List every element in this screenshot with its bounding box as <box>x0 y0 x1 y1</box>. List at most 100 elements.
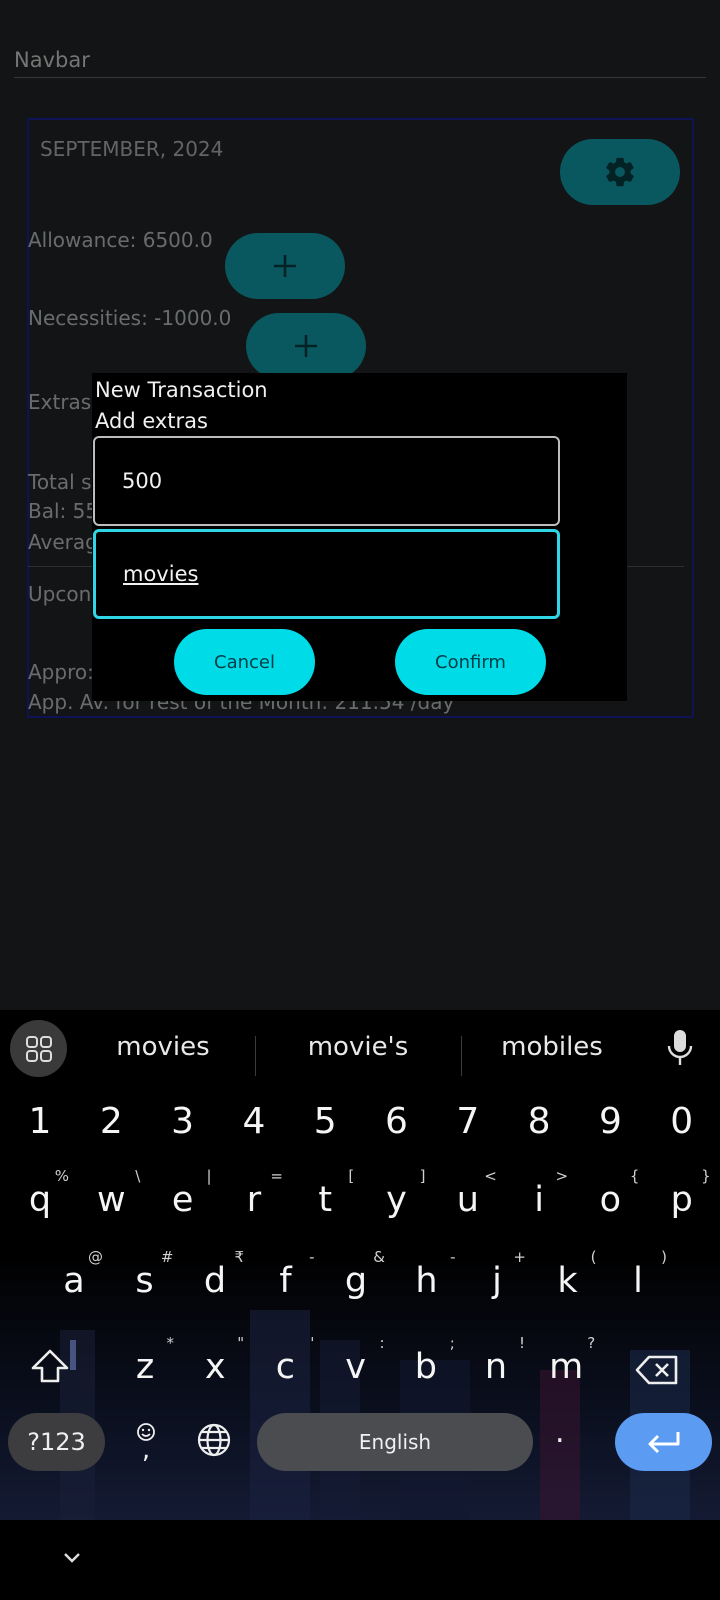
note-value: movies <box>123 562 199 586</box>
key-label: r <box>246 1180 262 1220</box>
key-d[interactable]: d ₹ <box>180 1246 250 1316</box>
enter-icon <box>648 1432 679 1454</box>
key-h[interactable]: h- <box>392 1246 462 1316</box>
key-x[interactable]: x " <box>180 1332 250 1402</box>
key-label: o <box>599 1180 622 1220</box>
key-l[interactable]: l) <box>603 1246 673 1316</box>
key-alt-label: ₹ <box>234 1248 244 1266</box>
key-y[interactable]: y] <box>362 1165 432 1235</box>
key-a[interactable]: a @ <box>39 1246 109 1316</box>
key-alt-label: % <box>54 1167 69 1185</box>
suggestion-2[interactable]: movie's <box>288 1032 428 1062</box>
key-4[interactable]: 4 <box>219 1086 289 1156</box>
cancel-button[interactable]: Cancel <box>174 629 315 695</box>
key-alt-label: : <box>379 1334 385 1352</box>
key-c[interactable]: c ' <box>250 1332 320 1402</box>
backspace-key[interactable] <box>635 1355 679 1389</box>
key-3[interactable]: 3 <box>148 1086 218 1156</box>
chevron-down-icon <box>64 1553 80 1563</box>
suggestion-1[interactable]: movies <box>93 1032 233 1062</box>
key-5[interactable]: 5 <box>290 1086 360 1156</box>
key-label: 6 <box>385 1100 408 1142</box>
keyboard-menu-button[interactable] <box>10 1020 67 1077</box>
key-label: 7 <box>456 1100 480 1142</box>
key-label: e <box>171 1180 194 1220</box>
confirm-button[interactable]: Confirm <box>395 629 546 695</box>
key-label: a <box>63 1261 85 1301</box>
key-f[interactable]: f- <box>251 1246 321 1316</box>
emoji-comma-key[interactable]: , <box>126 1422 166 1463</box>
key-alt-label: @ <box>88 1248 103 1266</box>
enter-key[interactable] <box>615 1413 712 1471</box>
key-z[interactable]: z * <box>110 1332 180 1402</box>
space-key[interactable]: English <box>257 1413 533 1471</box>
key-t[interactable]: t[ <box>290 1165 360 1235</box>
hide-keyboard-button[interactable] <box>62 1550 82 1569</box>
dialog-title: New Transaction <box>95 378 268 402</box>
key-i[interactable]: i > <box>504 1165 574 1235</box>
suggestion-3[interactable]: mobiles <box>482 1032 622 1062</box>
key-v[interactable]: v: <box>321 1332 391 1402</box>
period-key[interactable]: . <box>555 1415 565 1450</box>
key-alt-label: } <box>701 1167 711 1185</box>
key-alt-label: * <box>166 1334 175 1352</box>
key-2[interactable]: 2 <box>76 1086 146 1156</box>
key-alt-label: ? <box>587 1334 596 1352</box>
key-0[interactable]: 0 <box>647 1086 717 1156</box>
key-alt-label: # <box>160 1248 174 1266</box>
key-7[interactable]: 7 <box>433 1086 503 1156</box>
key-m[interactable]: m? <box>531 1332 601 1402</box>
language-key[interactable] <box>197 1423 231 1461</box>
key-1[interactable]: 1 <box>5 1086 75 1156</box>
key-alt-label: - <box>450 1248 456 1266</box>
key-label: n <box>484 1347 508 1387</box>
key-q[interactable]: q% <box>5 1165 75 1235</box>
key-label: 5 <box>313 1100 337 1142</box>
key-p[interactable]: p} <box>647 1165 717 1235</box>
amount-field[interactable]: 500 <box>93 436 560 526</box>
key-alt-label: = <box>270 1167 283 1185</box>
key-alt-label: ! <box>518 1334 525 1352</box>
key-label: f <box>279 1261 292 1301</box>
key-label: i <box>534 1180 544 1220</box>
key-label: 3 <box>171 1100 195 1142</box>
key-b[interactable]: b; <box>391 1332 461 1402</box>
key-6[interactable]: 6 <box>362 1086 432 1156</box>
key-n[interactable]: n! <box>461 1332 531 1402</box>
key-label: 4 <box>242 1100 266 1142</box>
key-label: u <box>456 1180 479 1220</box>
dialog-subtitle: Add extras <box>95 409 208 433</box>
key-label: 2 <box>99 1100 123 1142</box>
key-9[interactable]: 9 <box>575 1086 645 1156</box>
key-s[interactable]: s # <box>110 1246 180 1316</box>
key-label: h <box>415 1261 438 1301</box>
mic-button[interactable] <box>666 1028 694 1072</box>
key-r[interactable]: r = <box>219 1165 289 1235</box>
key-label: s <box>135 1261 154 1301</box>
key-label: y <box>386 1180 407 1220</box>
key-label: 8 <box>527 1100 551 1142</box>
suggestion-divider <box>255 1036 256 1076</box>
key-alt-label: ; <box>449 1334 455 1352</box>
key-alt-label: < <box>484 1167 497 1185</box>
key-k[interactable]: k( <box>533 1246 603 1316</box>
key-e[interactable]: e | <box>148 1165 218 1235</box>
key-u[interactable]: u < <box>433 1165 503 1235</box>
key-o[interactable]: o{ <box>575 1165 645 1235</box>
key-label: p <box>670 1180 693 1220</box>
key-label: x <box>204 1347 226 1387</box>
key-label: l <box>633 1261 643 1301</box>
amount-value: 500 <box>122 469 163 493</box>
key-alt-label: ' <box>310 1334 315 1352</box>
key-g[interactable]: g & <box>321 1246 391 1316</box>
key-8[interactable]: 8 <box>504 1086 574 1156</box>
note-field[interactable]: movies <box>93 529 560 619</box>
key-w[interactable]: w \ <box>76 1165 146 1235</box>
shift-key[interactable] <box>30 1348 70 1388</box>
key-alt-label: - <box>309 1248 315 1266</box>
symbols-key[interactable]: ?123 <box>8 1413 105 1471</box>
key-label: 1 <box>28 1100 52 1142</box>
key-alt-label: ) <box>661 1248 667 1266</box>
key-j[interactable]: j + <box>462 1246 532 1316</box>
key-label: d <box>203 1261 227 1301</box>
